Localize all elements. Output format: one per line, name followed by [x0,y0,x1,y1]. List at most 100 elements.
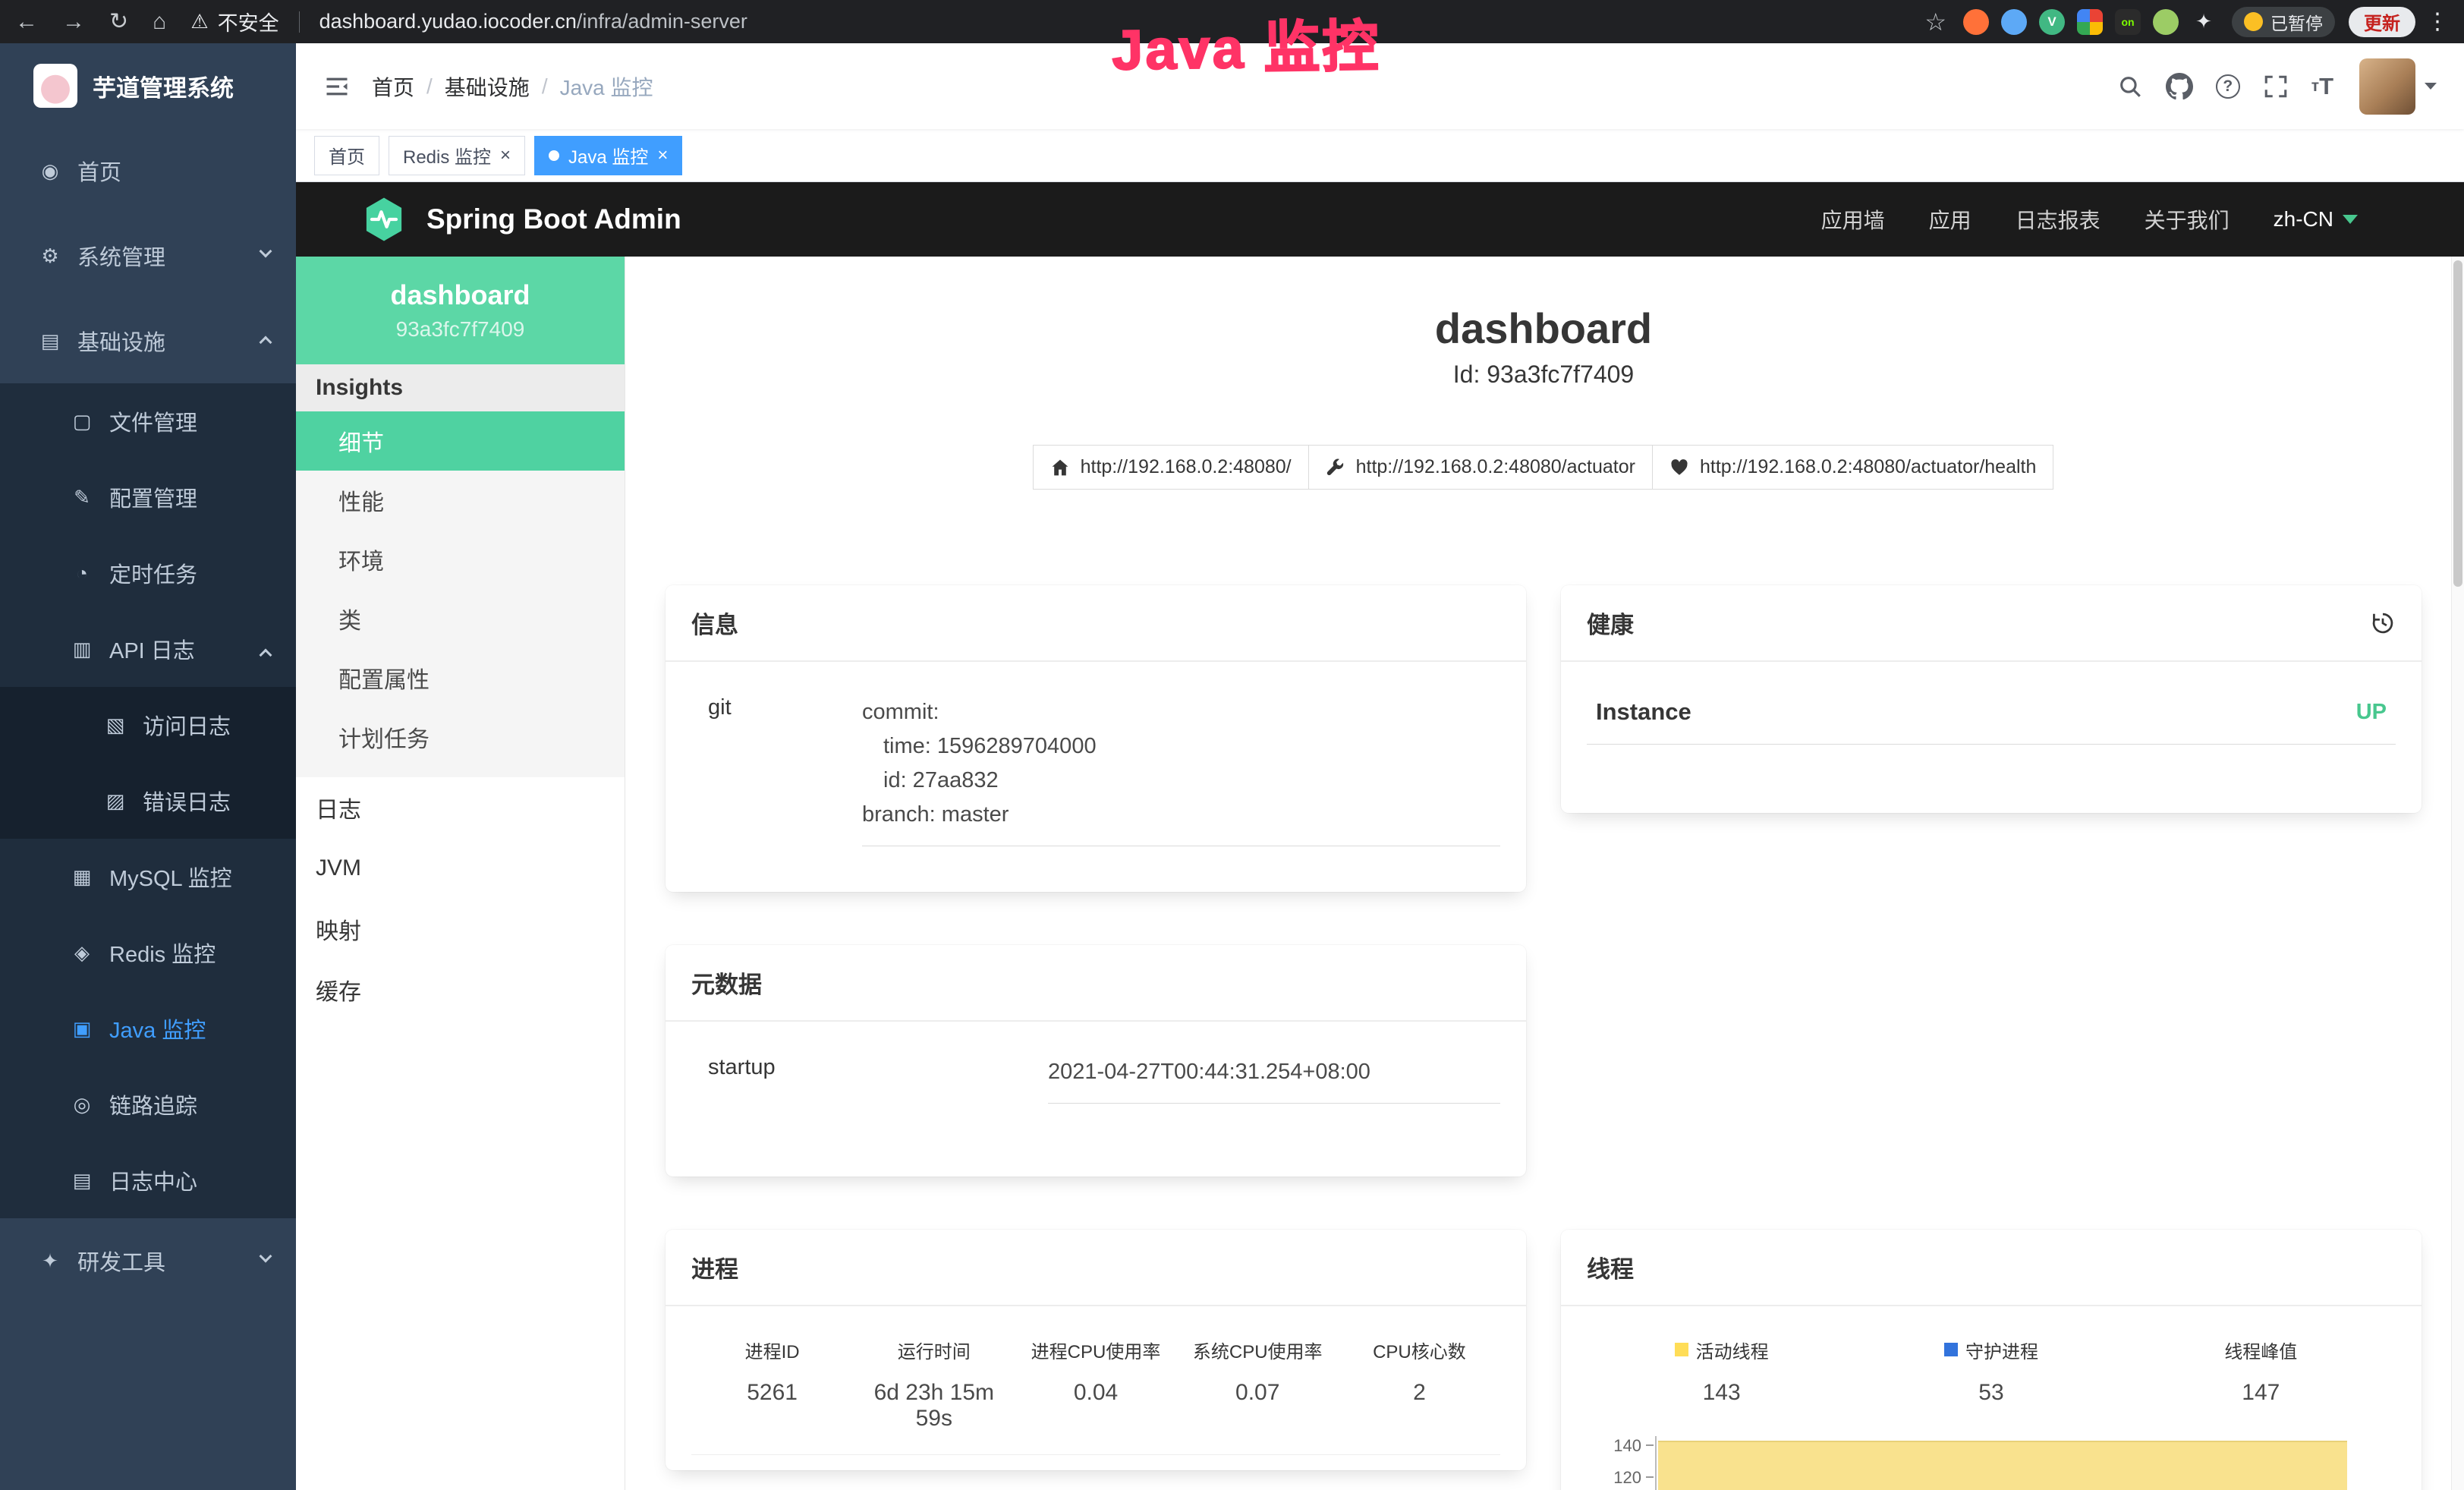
tab-label: Redis 监控 [403,142,491,169]
sba-nav-journal[interactable]: 日志报表 [2016,204,2101,235]
history-icon[interactable] [2370,610,2396,636]
github-icon[interactable] [2166,73,2193,100]
scrollbar-thumb[interactable] [2453,260,2462,587]
scrollbar[interactable] [2451,257,2464,1490]
tab-home[interactable]: 首页 [314,136,379,175]
color-grid-extension-icon[interactable] [2077,9,2103,35]
breadcrumb-item[interactable]: 首页 [372,71,414,102]
edit-icon: ✎ [67,486,97,509]
sidebar-item-redis[interactable]: ◈Redis 监控 [0,915,296,991]
paused-badge[interactable]: 已暂停 [2232,7,2335,37]
process-metric-label: 系统CPU使用率 [1177,1337,1339,1363]
sidebar-item-api-log[interactable]: ▥ API 日志 [0,611,296,687]
sidebar-item-trace[interactable]: ◎链路追踪 [0,1066,296,1142]
sba-nav-wallboard[interactable]: 应用墙 [1821,204,1885,235]
address-bar[interactable]: ⚠ 不安全 dashboard.yudao.iocoder.cn/infra/a… [190,7,747,36]
link-url: http://192.168.0.2:48080/actuator [1356,456,1635,478]
sba-logo-icon[interactable] [360,195,408,244]
forward-icon[interactable]: → [62,9,85,35]
sidebar-item-label: 日志中心 [109,1164,197,1196]
sidebar-item-job[interactable]: ◔ 定时任务 [0,535,296,611]
sidebar-item-devtools[interactable]: ✦研发工具 [0,1218,296,1303]
sidebar-item-label: 访问日志 [143,709,231,741]
thread-metric-value: 143 [1587,1380,1856,1406]
sidebar-item-label: 配置管理 [109,481,197,513]
sba-sidebar-item-mappings[interactable]: 映射 [296,899,625,959]
annotation-text: Java 监控 [1111,2,1381,87]
sba-sidebar-item-classes[interactable]: 类 [296,589,625,648]
browser-menu-icon[interactable]: ⋮ [2426,8,2449,35]
security-label[interactable]: 不安全 [218,7,279,36]
instance-link[interactable]: http://192.168.0.2:48080/ [1033,445,1309,490]
sidebar-item-home[interactable]: ◉首页 [0,128,296,213]
sba-nav-applications[interactable]: 应用 [1929,204,1972,235]
sba-brand[interactable]: Spring Boot Admin [426,203,681,235]
security-warning-icon[interactable]: ⚠ [190,10,208,33]
sba-sidebar-item-details[interactable]: 细节 [296,411,625,471]
actuator-link-icon [1326,458,1345,477]
sba-sidebar-item-metrics[interactable]: 性能 [296,471,625,530]
tampermonkey-on-icon[interactable]: on [2115,9,2141,35]
sba-sidebar-item-caches[interactable]: 缓存 [296,959,625,1020]
bookmark-star-icon[interactable]: ☆ [1924,8,1946,36]
instance-link[interactable]: http://192.168.0.2:48080/actuator [1308,445,1653,490]
home-link-icon [1050,458,1070,477]
breadcrumb-item[interactable]: 基础设施 [445,71,530,102]
process-metric: 进程CPU使用率0.04 [1015,1337,1176,1432]
fullscreen-icon[interactable] [2263,74,2289,99]
tab-java[interactable]: Java 监控× [534,136,682,175]
user-avatar[interactable] [2359,58,2415,115]
sidebar-item-label: 定时任务 [109,557,197,589]
threads-legend: 活动线程143守护进程53线程峰值147 [1587,1337,2396,1406]
sidebar-item-config[interactable]: ✎ 配置管理 [0,459,296,535]
instance-header[interactable]: dashboard 93a3fc7f7409 [296,257,625,364]
sidebar-item-java[interactable]: ▣Java 监控 [0,991,296,1066]
extension-icons: Von ✦ [1951,9,2217,35]
timer-icon: ◔ [67,562,97,585]
breadcrumb-item[interactable]: Java 监控 [560,71,653,102]
sba-nav-about[interactable]: 关于我们 [2145,204,2230,235]
instance-link[interactable]: http://192.168.0.2:48080/actuator/health [1652,445,2053,490]
sidebar-item-log-center[interactable]: ▤日志中心 [0,1142,296,1218]
fox-extension-icon[interactable] [1963,9,1989,35]
process-metrics: 进程ID5261运行时间6d 23h 15m 59s进程CPU使用率0.04系统… [691,1337,1500,1455]
home-icon[interactable]: ⌂ [153,9,166,35]
sidebar-item-mysql[interactable]: ▦MySQL 监控 [0,839,296,915]
font-size-icon[interactable]: тT [2311,73,2333,100]
tab-close-icon[interactable]: × [657,146,668,165]
extensions-puzzle-icon[interactable]: ✦ [2191,9,2217,35]
sidebar-item-access-log[interactable]: ▧访问日志 [0,687,296,763]
api-log-icon: ▥ [67,638,97,661]
tab-close-icon[interactable]: × [500,146,511,165]
sidebar-item-infra[interactable]: ▤基础设施 [0,298,296,383]
drop-extension-icon[interactable] [2001,9,2027,35]
breadcrumb-separator: / [542,74,548,99]
update-button[interactable]: 更新 [2349,7,2415,37]
hamburger-icon[interactable] [323,73,351,100]
app-logo: 芋道管理系统 [0,43,296,128]
sidebar-item-system[interactable]: ⚙系统管理 [0,213,296,298]
sba-sidebar-item-logfile[interactable]: 日志 [296,777,625,838]
sba-sidebar-item-configprops[interactable]: 配置属性 [296,648,625,707]
sba-sidebar-item-environment[interactable]: 环境 [296,530,625,589]
leaf-extension-icon[interactable] [2153,9,2179,35]
sidebar-item-file[interactable]: ▢文件管理 [0,383,296,459]
locale-selector[interactable]: zh-CN [2274,207,2358,232]
tab-redis[interactable]: Redis 监控 × [389,136,525,175]
reload-icon[interactable]: ↻ [109,8,128,35]
chevron-down-icon[interactable] [2425,83,2437,90]
sba-sidebar-item-scheduledtasks[interactable]: 计划任务 [296,707,625,767]
mysql-icon: ▦ [67,865,97,889]
process-metric-value: 2 [1339,1380,1500,1406]
info-value-line: branch: master [862,798,1500,832]
sidebar-item-error-log[interactable]: ▨错误日志 [0,763,296,839]
y-axis-tick: 120 [1587,1470,1654,1490]
sba-sidebar-item-jvm[interactable]: JVM [296,838,625,899]
help-icon[interactable]: ? [2216,74,2240,99]
tick-label: 140 [1613,1438,1641,1454]
search-icon[interactable] [2117,74,2143,99]
vue-devtools-icon[interactable]: V [2039,9,2065,35]
back-icon[interactable]: ← [15,9,38,35]
breadcrumb-separator: / [426,74,433,99]
sidebar-item-label: API 日志 [109,633,195,665]
